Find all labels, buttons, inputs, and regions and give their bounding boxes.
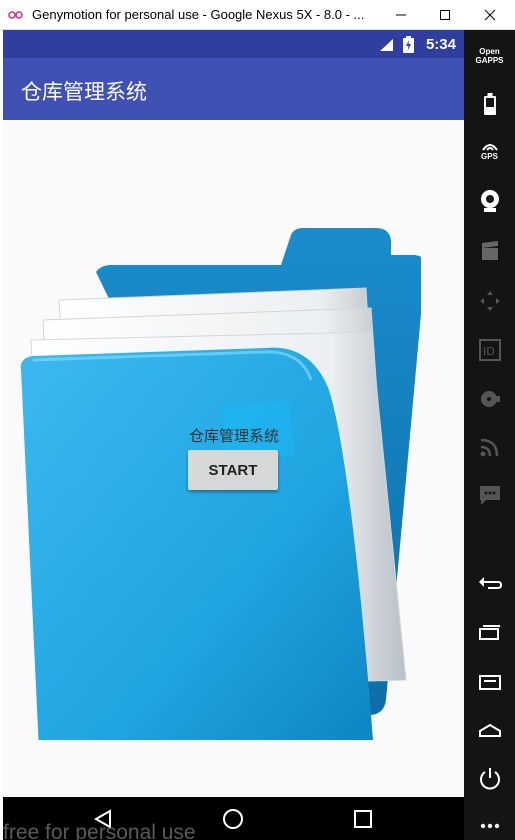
android-nav-bar: free for personal use bbox=[3, 797, 464, 840]
status-bar: 5:34 bbox=[3, 30, 464, 58]
cast-icon[interactable] bbox=[464, 432, 515, 462]
id-icon[interactable]: ID bbox=[464, 335, 515, 365]
gps-icon[interactable]: GPS bbox=[464, 136, 515, 166]
app-bar: 仓库管理系统 bbox=[3, 58, 464, 120]
power-icon[interactable] bbox=[464, 763, 515, 793]
android-screen: 5:34 仓库管理系统 仓库管理系统 START free for person… bbox=[3, 30, 464, 840]
minimize-button[interactable] bbox=[378, 0, 424, 30]
dpad-icon[interactable] bbox=[464, 286, 515, 316]
close-button[interactable] bbox=[467, 0, 513, 30]
maximize-icon bbox=[440, 10, 450, 20]
sms-icon[interactable] bbox=[464, 480, 515, 510]
disk-icon[interactable] bbox=[464, 384, 515, 414]
battery-icon bbox=[403, 36, 414, 53]
main-content: 仓库管理系统 START bbox=[3, 120, 464, 797]
minimize-icon bbox=[396, 14, 406, 16]
window-titlebar: Genymotion for personal use - Google Nex… bbox=[0, 0, 515, 30]
gps-label: GPS bbox=[481, 151, 498, 161]
start-button[interactable]: START bbox=[188, 450, 278, 490]
system-title-label: 仓库管理系统 bbox=[189, 427, 280, 445]
webcam-icon[interactable] bbox=[464, 186, 515, 216]
genymotion-logo-icon bbox=[8, 11, 23, 19]
video-icon[interactable] bbox=[464, 236, 515, 266]
menu-tool-icon[interactable] bbox=[464, 668, 515, 696]
watermark-text: free for personal use bbox=[3, 821, 196, 840]
app-title: 仓库管理系统 bbox=[21, 80, 147, 104]
recents-tool-icon[interactable] bbox=[464, 618, 515, 646]
signal-icon bbox=[380, 39, 393, 51]
svg-text:ID: ID bbox=[483, 345, 495, 358]
more-icon[interactable] bbox=[464, 816, 515, 836]
battery-tool-icon[interactable] bbox=[464, 90, 515, 118]
opengapps-label: Open GAPPS bbox=[475, 47, 504, 65]
recents-icon[interactable] bbox=[353, 809, 373, 829]
status-time: 5:34 bbox=[425, 36, 456, 53]
home-icon[interactable] bbox=[222, 808, 244, 830]
genymotion-toolbar: Open GAPPS GPS ID bbox=[464, 30, 515, 840]
back-tool-icon[interactable] bbox=[464, 568, 515, 596]
home-tool-icon[interactable] bbox=[464, 716, 515, 744]
close-icon bbox=[484, 9, 496, 21]
opengapps-icon[interactable]: Open GAPPS bbox=[464, 44, 515, 68]
window-title: Genymotion for personal use - Google Nex… bbox=[32, 7, 365, 22]
maximize-button[interactable] bbox=[422, 0, 468, 30]
